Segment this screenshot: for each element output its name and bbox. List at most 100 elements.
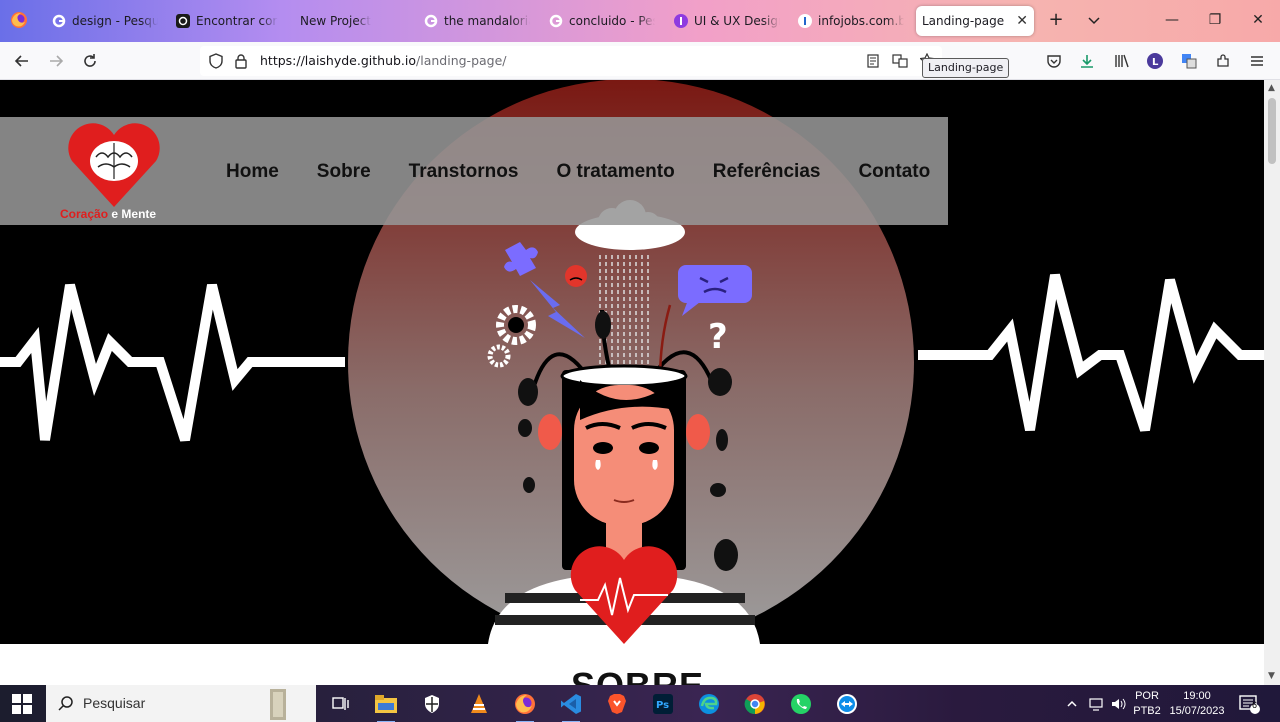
tab-infojobs[interactable]: infojobs.com.br/ xyxy=(792,6,910,36)
scroll-up-icon[interactable]: ▲ xyxy=(1268,84,1276,93)
reload-button[interactable] xyxy=(80,51,100,71)
notification-count: 6 xyxy=(1252,700,1258,710)
vlc-icon[interactable] xyxy=(466,691,492,717)
tab-tooltip: Landing-page xyxy=(922,58,1010,78)
tab-design-search[interactable]: design - Pesquisa Google xyxy=(46,6,164,36)
translate-icon[interactable] xyxy=(892,53,908,69)
nav-transtornos-link[interactable]: Transtornos xyxy=(409,161,519,183)
url-text: https://laishyde.github.io/landing-page/ xyxy=(260,53,507,68)
vscode-icon[interactable] xyxy=(558,691,584,722)
tab-mandalorian-search[interactable]: the mandalorian - Pesquisa xyxy=(418,6,536,36)
heartbeat-line-left-icon xyxy=(0,283,345,442)
nav-tratamento-link[interactable]: O tratamento xyxy=(556,161,674,183)
firefox-icon[interactable] xyxy=(10,11,28,29)
search-highlight-icon xyxy=(270,689,286,720)
hero-section: ? Coração e Mente Home Sobre Transtornos… xyxy=(0,80,1264,644)
volume-icon[interactable] xyxy=(1108,691,1130,717)
edge-icon[interactable] xyxy=(696,691,722,717)
close-window-button[interactable]: ✕ xyxy=(1248,10,1268,30)
ui-ux-icon xyxy=(674,14,688,28)
file-explorer-icon[interactable] xyxy=(373,691,399,722)
tab-title: design - Pesquisa Google xyxy=(72,14,158,28)
tab-title: UI & UX Design com xyxy=(694,14,780,28)
restore-button[interactable]: ❐ xyxy=(1205,10,1225,30)
forward-button[interactable] xyxy=(46,51,66,71)
infojobs-icon xyxy=(798,14,812,28)
windows-taskbar: Pesquisar Ps POR PTB2 19:00 15/07/2023 6 xyxy=(0,685,1280,722)
arrow-right-icon xyxy=(50,55,64,67)
clock-time: 19:00 xyxy=(1183,690,1211,702)
network-icon[interactable] xyxy=(1086,691,1108,717)
firefox-taskbar-icon[interactable] xyxy=(512,691,538,722)
google-icon xyxy=(52,14,66,28)
svg-text:L: L xyxy=(1152,57,1159,68)
menu-icon[interactable] xyxy=(1248,52,1266,70)
photoshop-icon[interactable]: Ps xyxy=(650,691,676,717)
svg-text:Ps: Ps xyxy=(656,700,669,711)
tab-title: New Project xyxy=(300,14,372,28)
extensions-icon[interactable] xyxy=(1214,52,1232,70)
taskbar-search-placeholder: Pesquisar xyxy=(83,695,146,711)
logo-wordmark: Coração e Mente xyxy=(60,207,156,221)
minimize-button[interactable]: — xyxy=(1162,10,1182,30)
taskbar-search[interactable]: Pesquisar xyxy=(46,685,316,722)
google-icon xyxy=(424,14,438,28)
windows-start-icon[interactable] xyxy=(12,694,32,714)
brave-icon[interactable] xyxy=(604,691,630,717)
scroll-down-icon[interactable]: ▼ xyxy=(1268,672,1276,681)
angry-emoji-icon xyxy=(565,265,587,287)
scroll-thumb[interactable] xyxy=(1268,98,1276,164)
logo-word-e: e xyxy=(111,207,119,221)
tab-concluido-search[interactable]: concluido - Pesquisa Google xyxy=(543,6,661,36)
site-header: Coração e Mente Home Sobre Transtornos O… xyxy=(0,117,948,225)
colorpicker-icon xyxy=(176,14,190,28)
library-icon[interactable] xyxy=(1113,52,1131,70)
back-button[interactable] xyxy=(12,51,32,71)
shield-icon[interactable] xyxy=(208,53,224,69)
teamviewer-icon[interactable] xyxy=(834,691,860,717)
account-avatar-icon[interactable]: L xyxy=(1146,52,1164,70)
chevron-up-icon[interactable] xyxy=(1062,691,1082,717)
nav-home-link[interactable]: Home xyxy=(226,161,279,183)
page-scrollbar[interactable]: ▲ ▼ xyxy=(1264,80,1280,685)
windows-security-icon[interactable] xyxy=(419,691,445,717)
page-viewport: ? Coração e Mente Home Sobre Transtornos… xyxy=(0,80,1264,685)
notification-center-icon[interactable]: 6 xyxy=(1238,691,1262,717)
address-bar[interactable]: https://laishyde.github.io/landing-page/ xyxy=(200,46,942,76)
translate-extension-icon[interactable] xyxy=(1180,52,1198,70)
clock-date: 15/07/2023 xyxy=(1169,705,1225,717)
logo-word-coracao: Coração xyxy=(60,207,109,221)
tab-new-project[interactable]: New Project xyxy=(294,6,394,36)
url-path: /landing-page/ xyxy=(416,53,507,68)
tab-title: infojobs.com.br/ xyxy=(818,14,904,28)
url-host: https://laishyde.github.io xyxy=(260,53,417,68)
language-indicator[interactable]: POR PTB2 xyxy=(1132,689,1162,719)
chrome-icon[interactable] xyxy=(742,691,768,717)
nav-referencias-link[interactable]: Referências xyxy=(713,161,821,183)
browser-tab-strip: design - Pesquisa Google Encontrar cor p… xyxy=(0,0,1280,42)
close-tab-icon[interactable]: ✕ xyxy=(1012,13,1028,29)
tab-color-finder[interactable]: Encontrar cor por código xyxy=(170,6,284,36)
tab-landing-page[interactable]: Landing-page ✕ xyxy=(916,6,1034,36)
brain-heart-logo-icon xyxy=(68,123,160,207)
question-mark-icon: ? xyxy=(708,317,728,357)
download-icon[interactable] xyxy=(1078,52,1096,70)
google-icon xyxy=(549,14,563,28)
nav-sobre-link[interactable]: Sobre xyxy=(317,161,371,183)
site-logo[interactable]: Coração e Mente xyxy=(58,121,168,225)
task-view-icon[interactable] xyxy=(328,691,354,717)
clock[interactable]: 19:00 15/07/2023 xyxy=(1168,689,1226,719)
new-tab-button[interactable]: + xyxy=(1046,10,1066,30)
tab-title: concluido - Pesquisa Google xyxy=(569,14,655,28)
nav-contato-link[interactable]: Contato xyxy=(858,161,930,183)
search-icon xyxy=(58,696,73,711)
lock-icon[interactable] xyxy=(234,53,248,69)
tab-title: Encontrar cor por código xyxy=(196,14,278,28)
reader-view-icon[interactable] xyxy=(866,54,880,68)
site-nav: Home Sobre Transtornos O tratamento Refe… xyxy=(226,161,968,183)
chevron-down-icon[interactable] xyxy=(1086,12,1102,28)
pocket-icon[interactable] xyxy=(1045,52,1063,70)
tab-ui-ux-design[interactable]: UI & UX Design com xyxy=(668,6,786,36)
language-code: POR xyxy=(1135,690,1159,702)
whatsapp-icon[interactable] xyxy=(788,691,814,717)
